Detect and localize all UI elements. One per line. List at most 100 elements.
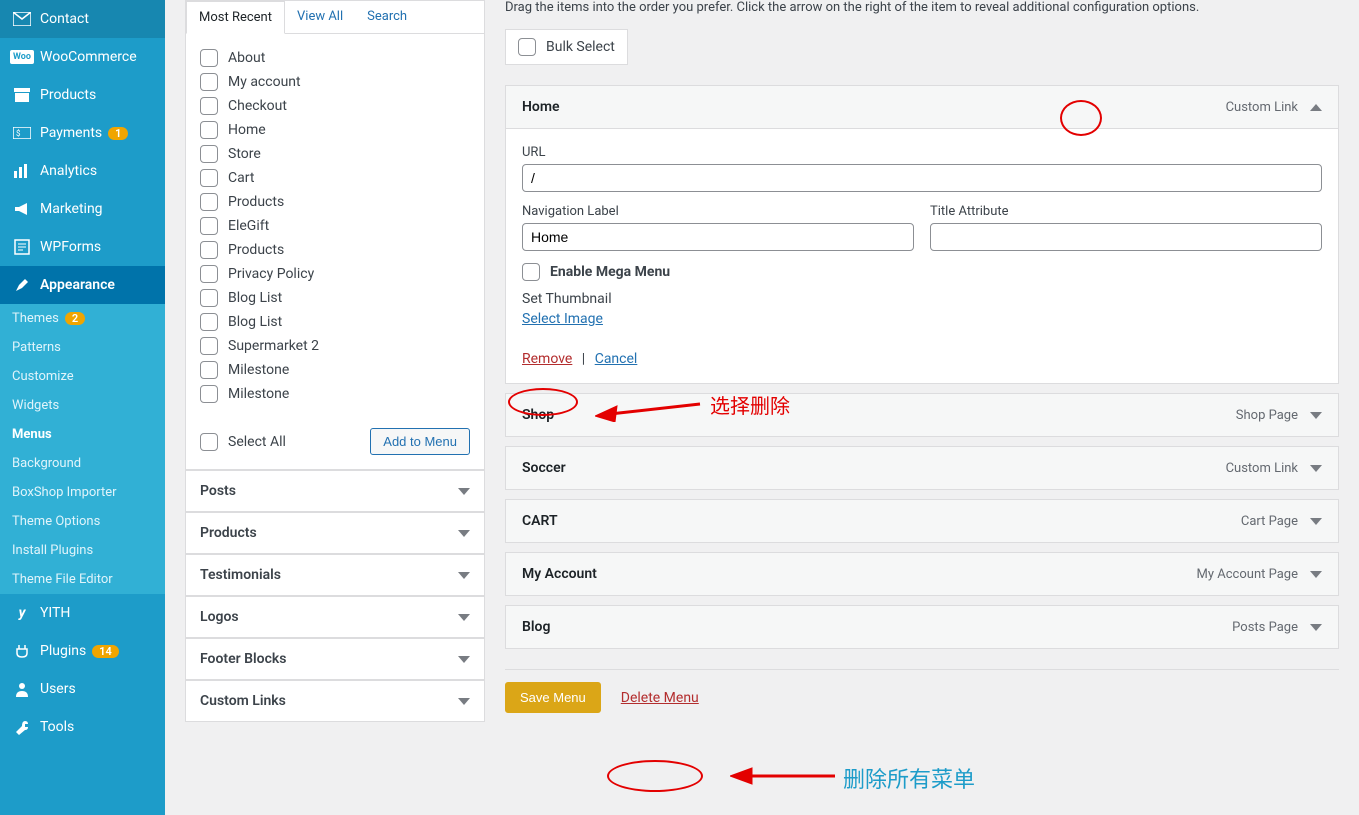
menu-item-head[interactable]: Shop Shop Page: [506, 394, 1338, 436]
accordion-head[interactable]: Products: [186, 512, 484, 553]
page-item[interactable]: My account: [200, 70, 470, 94]
chevron-down-icon[interactable]: [1310, 571, 1322, 578]
page-checkbox[interactable]: [200, 385, 218, 403]
nav-label-input[interactable]: [522, 223, 914, 251]
submenu-item-widgets[interactable]: Widgets: [0, 391, 165, 420]
menu-item-head[interactable]: My Account My Account Page: [506, 553, 1338, 595]
menu-structure-column: Drag the items into the order you prefer…: [505, 0, 1339, 815]
submenu-item-themes[interactable]: Themes2: [0, 304, 165, 333]
remove-item-link[interactable]: Remove: [522, 351, 572, 367]
select-all-label[interactable]: Select All: [200, 433, 286, 451]
submenu-item-theme-options[interactable]: Theme Options: [0, 507, 165, 536]
tab-view-all[interactable]: View All: [285, 1, 355, 33]
page-checkbox[interactable]: [200, 241, 218, 259]
page-item[interactable]: Blog List: [200, 286, 470, 310]
sidebar-item-woocommerce[interactable]: Woo WooCommerce: [0, 38, 165, 76]
brush-icon: [12, 275, 32, 295]
page-item[interactable]: Checkout: [200, 94, 470, 118]
accordion-head[interactable]: Testimonials: [186, 554, 484, 595]
bulk-select-checkbox[interactable]: [518, 38, 536, 56]
mega-menu-row[interactable]: Enable Mega Menu: [522, 263, 1322, 281]
menu-item-blog: Blog Posts Page: [505, 605, 1339, 649]
page-item[interactable]: Products: [200, 190, 470, 214]
accordion-head[interactable]: Logos: [186, 596, 484, 637]
page-item[interactable]: Blog List: [200, 310, 470, 334]
page-item[interactable]: Privacy Policy: [200, 262, 470, 286]
tab-search[interactable]: Search: [355, 1, 419, 33]
page-checkbox[interactable]: [200, 313, 218, 331]
page-checkbox[interactable]: [200, 145, 218, 163]
page-checkbox[interactable]: [200, 265, 218, 283]
title-attr-input[interactable]: [930, 223, 1322, 251]
submenu-item-customize[interactable]: Customize: [0, 362, 165, 391]
menu-item-type: My Account Page: [1197, 567, 1298, 582]
menu-item-title: CART: [522, 513, 558, 529]
menu-item-head[interactable]: Blog Posts Page: [506, 606, 1338, 648]
menu-item-head[interactable]: CART Cart Page: [506, 500, 1338, 542]
page-label: Checkout: [228, 98, 287, 114]
menu-item-head[interactable]: Home Custom Link: [506, 86, 1338, 128]
url-input[interactable]: [522, 164, 1322, 192]
cancel-link[interactable]: Cancel: [595, 351, 638, 367]
bulk-select-row[interactable]: Bulk Select: [505, 29, 628, 65]
page-checkbox[interactable]: [200, 337, 218, 355]
page-checkbox[interactable]: [200, 49, 218, 67]
page-checkbox[interactable]: [200, 97, 218, 115]
tab-most-recent[interactable]: Most Recent: [186, 1, 285, 34]
delete-menu-link[interactable]: Delete Menu: [621, 690, 699, 706]
page-item[interactable]: Milestone: [200, 382, 470, 406]
accordion-head[interactable]: Posts: [186, 470, 484, 511]
sidebar-item-tools[interactable]: Tools: [0, 708, 165, 746]
chevron-down-icon[interactable]: [1310, 624, 1322, 631]
sidebar-item-appearance[interactable]: Appearance: [0, 266, 165, 304]
sidebar-item-yith[interactable]: y YITH: [0, 594, 165, 632]
page-checkbox[interactable]: [200, 361, 218, 379]
accordion-head[interactable]: Custom Links: [186, 680, 484, 721]
submenu-item-patterns[interactable]: Patterns: [0, 333, 165, 362]
submenu-item-menus[interactable]: Menus: [0, 420, 165, 449]
select-image-link[interactable]: Select Image: [522, 311, 603, 327]
page-checkbox[interactable]: [200, 217, 218, 235]
page-item[interactable]: EleGift: [200, 214, 470, 238]
menu-item-home: Home Custom Link URL Navigation Label Ti…: [505, 85, 1339, 384]
menu-item-cart: CART Cart Page: [505, 499, 1339, 543]
page-checkbox[interactable]: [200, 193, 218, 211]
sidebar-item-plugins[interactable]: Plugins 14: [0, 632, 165, 670]
page-item[interactable]: Products: [200, 238, 470, 262]
submenu-item-boxshop-importer[interactable]: BoxShop Importer: [0, 478, 165, 507]
page-item[interactable]: Milestone: [200, 358, 470, 382]
page-item[interactable]: Supermarket 2: [200, 334, 470, 358]
sidebar-item-contact[interactable]: Contact: [0, 0, 165, 38]
submenu-item-install-plugins[interactable]: Install Plugins: [0, 536, 165, 565]
page-item[interactable]: About: [200, 46, 470, 70]
sidebar-item-wpforms[interactable]: WPForms: [0, 228, 165, 266]
page-item[interactable]: Cart: [200, 166, 470, 190]
page-checkbox[interactable]: [200, 121, 218, 139]
chevron-down-icon[interactable]: [1310, 518, 1322, 525]
sidebar-item-analytics[interactable]: Analytics: [0, 152, 165, 190]
sidebar-item-products[interactable]: Products: [0, 76, 165, 114]
select-all-checkbox[interactable]: [200, 433, 218, 451]
submenu-item-theme-file-editor[interactable]: Theme File Editor: [0, 565, 165, 594]
add-to-menu-button[interactable]: Add to Menu: [370, 428, 470, 455]
page-item[interactable]: Store: [200, 142, 470, 166]
accordion-title: Posts: [200, 483, 236, 499]
sidebar-item-payments[interactable]: $ Payments 1: [0, 114, 165, 152]
archive-icon: [12, 85, 32, 105]
chevron-down-icon[interactable]: [1310, 412, 1322, 419]
page-checkbox[interactable]: [200, 289, 218, 307]
accordion-title: Custom Links: [200, 693, 286, 709]
save-menu-button[interactable]: Save Menu: [505, 682, 601, 713]
chevron-up-icon[interactable]: [1310, 104, 1322, 111]
page-checkbox[interactable]: [200, 73, 218, 91]
sidebar-item-users[interactable]: Users: [0, 670, 165, 708]
menu-item-head[interactable]: Soccer Custom Link: [506, 447, 1338, 489]
submenu-item-background[interactable]: Background: [0, 449, 165, 478]
page-checkbox[interactable]: [200, 169, 218, 187]
accordion-head[interactable]: Footer Blocks: [186, 638, 484, 679]
chevron-down-icon[interactable]: [1310, 465, 1322, 472]
plug-icon: [12, 641, 32, 661]
sidebar-item-marketing[interactable]: Marketing: [0, 190, 165, 228]
mega-menu-checkbox[interactable]: [522, 263, 540, 281]
page-item[interactable]: Home: [200, 118, 470, 142]
